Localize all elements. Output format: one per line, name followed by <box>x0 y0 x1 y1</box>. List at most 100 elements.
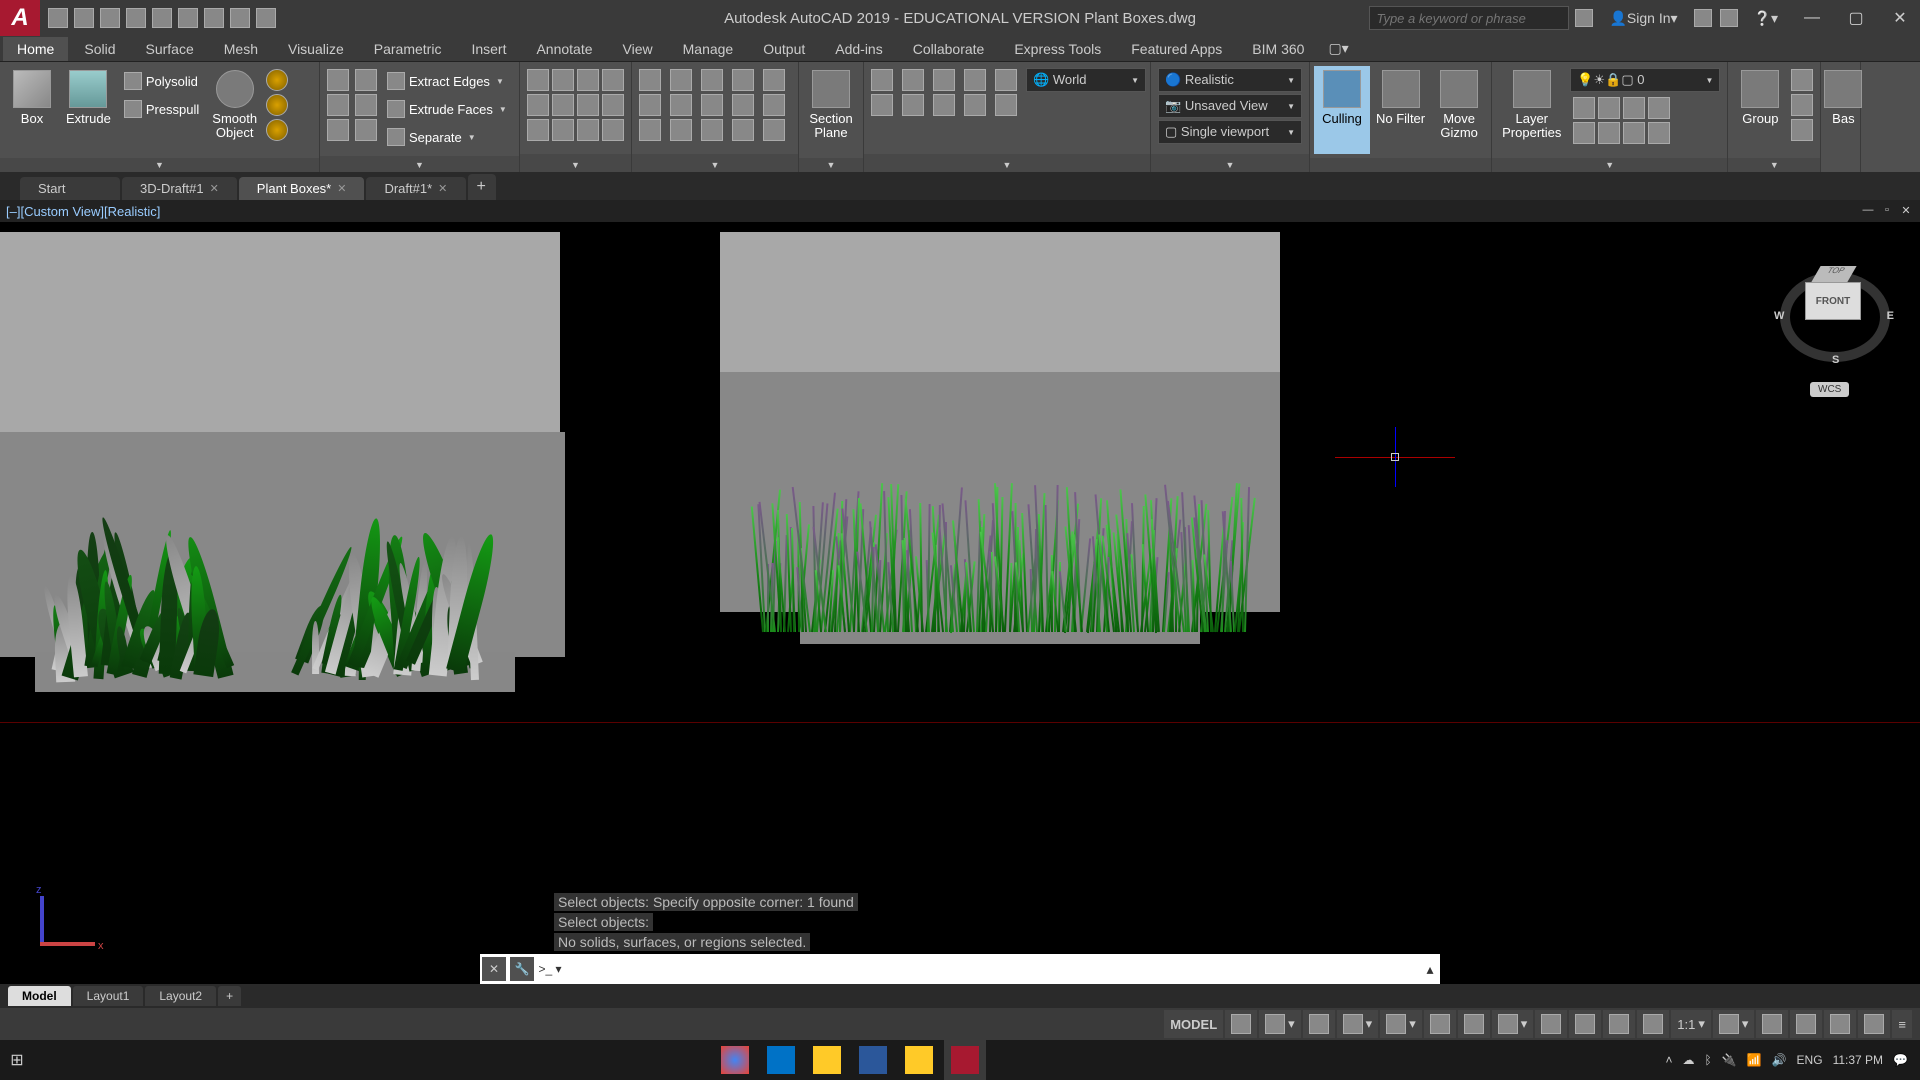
section-plane-button[interactable]: Section Plane <box>803 66 859 154</box>
thicken-icon[interactable] <box>355 94 377 116</box>
line-icon[interactable] <box>527 69 549 91</box>
viewport-config-combo[interactable]: ▢ Single viewport▼ <box>1158 120 1302 144</box>
ribbon-tab-parametric[interactable]: Parametric <box>360 37 456 61</box>
ribbon-tab-mesh[interactable]: Mesh <box>210 37 272 61</box>
ucs-object-icon[interactable] <box>933 94 955 116</box>
tray-wifi-icon[interactable]: 📶 <box>1747 1053 1762 1067</box>
undo-icon[interactable] <box>230 8 250 28</box>
ellipse-icon[interactable] <box>577 94 599 116</box>
taskbar-chrome[interactable] <box>714 1040 756 1080</box>
taskbar-outlook[interactable] <box>760 1040 802 1080</box>
file-tab-plant-boxes[interactable]: Plant Boxes*✕ <box>239 177 365 200</box>
annoscale-combo[interactable]: 1:1▾ <box>1671 1010 1711 1038</box>
ungroup-icon[interactable] <box>1791 69 1813 91</box>
panel-expand-icon[interactable]: ▼ <box>1226 160 1235 170</box>
layer-lock-icon[interactable] <box>1623 97 1645 119</box>
open-icon[interactable] <box>74 8 94 28</box>
clean-screen[interactable] <box>1858 1010 1890 1038</box>
viewport-label[interactable]: [–][Custom View][Realistic] <box>6 204 160 219</box>
filter-button[interactable]: No Filter <box>1370 66 1431 154</box>
help-button[interactable]: ❔▾ <box>1744 0 1788 36</box>
maximize-button[interactable]: ▢ <box>1836 0 1876 36</box>
layer-match-icon[interactable] <box>1648 97 1670 119</box>
subtract-icon[interactable] <box>327 94 349 116</box>
visual-style-combo[interactable]: 🔵 Realistic▼ <box>1158 68 1302 92</box>
extrude-button[interactable]: Extrude <box>60 66 117 154</box>
snap-toggle[interactable]: ▾ <box>1259 1010 1301 1038</box>
ucs-icon[interactable]: x z <box>30 886 100 956</box>
tray-action-center-icon[interactable]: 💬 <box>1893 1053 1908 1067</box>
command-input[interactable] <box>564 957 1420 981</box>
panel-expand-icon[interactable]: ▼ <box>1770 160 1779 170</box>
layer-off-icon[interactable] <box>1573 97 1595 119</box>
search-input[interactable] <box>1369 6 1569 30</box>
layer-unisolate-icon[interactable] <box>1623 122 1645 144</box>
break-icon[interactable] <box>732 119 754 141</box>
cloud-open-icon[interactable] <box>152 8 172 28</box>
polar-toggle[interactable]: ▾ <box>1337 1010 1379 1038</box>
separate-button[interactable]: Separate▼ <box>383 124 511 150</box>
taskbar-explorer[interactable] <box>806 1040 848 1080</box>
hardware-accel[interactable] <box>1824 1010 1856 1038</box>
circle-icon[interactable] <box>577 69 599 91</box>
vp-maximize-icon[interactable]: ▫ <box>1879 204 1895 218</box>
mesh-refine-icon[interactable] <box>266 69 288 91</box>
ucs-origin-icon[interactable] <box>902 94 924 116</box>
ucs-view-icon[interactable] <box>871 94 893 116</box>
presspull-button[interactable]: Presspull <box>120 96 203 122</box>
layout-tab-model[interactable]: Model <box>8 986 71 1006</box>
osnap-toggle[interactable]: ▾ <box>1380 1010 1422 1038</box>
ribbon-tab-insert[interactable]: Insert <box>457 37 520 61</box>
ortho-toggle[interactable] <box>1303 1010 1335 1038</box>
redo-icon[interactable] <box>256 8 276 28</box>
autodesk-app-icon[interactable] <box>1720 9 1738 27</box>
cmd-recent-dropdown-icon[interactable]: ▴ <box>1420 961 1440 978</box>
tray-onedrive-icon[interactable]: ☁ <box>1682 1053 1694 1067</box>
rectangle-icon[interactable] <box>527 94 549 116</box>
ribbon-tab-featured[interactable]: Featured Apps <box>1117 37 1236 61</box>
layout-tab-layout2[interactable]: Layout2 <box>145 986 216 1006</box>
array-icon[interactable] <box>732 94 754 116</box>
explode-icon[interactable] <box>763 69 785 91</box>
layer-combo[interactable]: 💡☀🔒▢ 0▼ <box>1570 68 1720 92</box>
isolate-toggle[interactable] <box>1790 1010 1822 1038</box>
move-icon[interactable] <box>639 69 661 91</box>
ducs-toggle[interactable]: ▾ <box>1492 1010 1534 1038</box>
3dosnap-toggle[interactable] <box>1424 1010 1456 1038</box>
mirror-icon[interactable] <box>670 94 692 116</box>
search-button-icon[interactable] <box>1575 9 1593 27</box>
trim-icon[interactable] <box>701 69 723 91</box>
group-button[interactable]: Group <box>1732 66 1788 154</box>
mesh-uncrease-icon[interactable] <box>266 119 288 141</box>
group-select-icon[interactable] <box>1791 119 1813 141</box>
align-icon[interactable] <box>701 119 723 141</box>
saveas-icon[interactable] <box>126 8 146 28</box>
workspace-switch[interactable]: ▾ <box>1713 1010 1755 1038</box>
wipeout-icon[interactable] <box>577 119 599 141</box>
ribbon-tab-addins[interactable]: Add-ins <box>821 37 896 61</box>
join-icon[interactable] <box>763 119 785 141</box>
ucs-z-icon[interactable] <box>995 69 1017 91</box>
ucs-named-combo[interactable]: 🌐 World▼ <box>1026 68 1146 92</box>
polygon-icon[interactable] <box>552 94 574 116</box>
scale-icon[interactable] <box>670 119 692 141</box>
panel-expand-icon[interactable]: ▼ <box>711 160 720 170</box>
ribbon-tab-solid[interactable]: Solid <box>70 37 129 61</box>
add-layout-button[interactable]: + <box>218 986 241 1006</box>
panel-expand-icon[interactable]: ▼ <box>155 160 164 170</box>
wcs-badge[interactable]: WCS <box>1810 382 1849 397</box>
box-button[interactable]: Box <box>4 66 60 154</box>
ucs-prev-icon[interactable] <box>995 94 1017 116</box>
region-icon[interactable] <box>552 119 574 141</box>
panel-expand-icon[interactable]: ▼ <box>415 160 424 170</box>
file-tab-draft1[interactable]: Draft#1*✕ <box>366 177 466 200</box>
copy-icon[interactable] <box>639 94 661 116</box>
union-icon[interactable] <box>327 69 349 91</box>
grid-toggle[interactable] <box>1225 1010 1257 1038</box>
group-edit-icon[interactable] <box>1791 94 1813 116</box>
ribbon-tab-manage[interactable]: Manage <box>669 37 748 61</box>
layer-freeze-icon[interactable] <box>1598 97 1620 119</box>
offset-icon[interactable] <box>763 94 785 116</box>
lwt-toggle[interactable] <box>1569 1010 1601 1038</box>
minimize-button[interactable]: — <box>1792 0 1832 36</box>
